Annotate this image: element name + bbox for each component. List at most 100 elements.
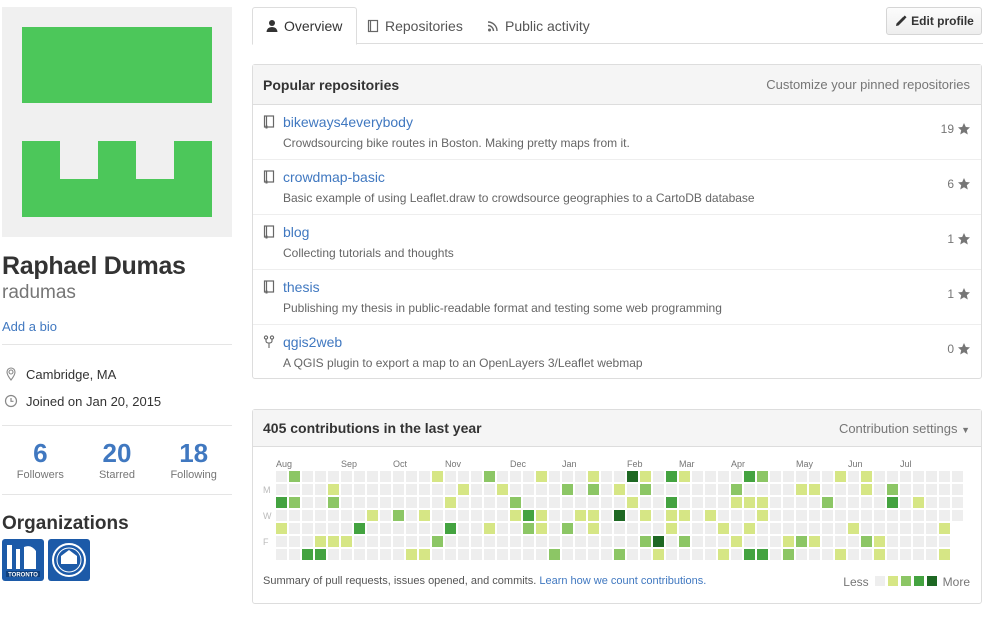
contribution-day[interactable] — [939, 549, 950, 560]
contribution-day[interactable] — [549, 549, 560, 560]
contribution-day[interactable] — [887, 484, 898, 495]
contribution-day[interactable] — [705, 497, 716, 508]
contribution-day[interactable] — [341, 471, 352, 482]
contribution-day[interactable] — [666, 484, 677, 495]
contribution-day[interactable] — [861, 497, 872, 508]
contribution-day[interactable] — [601, 549, 612, 560]
contribution-day[interactable] — [588, 510, 599, 521]
contribution-day[interactable] — [575, 484, 586, 495]
contribution-day[interactable] — [744, 484, 755, 495]
contribution-day[interactable] — [315, 523, 326, 534]
contribution-day[interactable] — [848, 536, 859, 547]
contribution-day[interactable] — [458, 510, 469, 521]
contribution-day[interactable] — [900, 471, 911, 482]
contribution-day[interactable] — [926, 497, 937, 508]
contribution-day[interactable] — [744, 510, 755, 521]
contribution-day[interactable] — [510, 549, 521, 560]
contribution-day[interactable] — [588, 497, 599, 508]
contribution-day[interactable] — [913, 510, 924, 521]
contribution-day[interactable] — [731, 471, 742, 482]
contribution-day[interactable] — [640, 471, 651, 482]
learn-contributions-link[interactable]: Learn how we count contributions. — [539, 575, 706, 587]
contribution-day[interactable] — [315, 484, 326, 495]
contribution-day[interactable] — [666, 471, 677, 482]
contribution-day[interactable] — [926, 484, 937, 495]
contribution-day[interactable] — [588, 484, 599, 495]
contribution-day[interactable] — [354, 497, 365, 508]
contribution-day[interactable] — [419, 549, 430, 560]
contribution-day[interactable] — [796, 549, 807, 560]
contribution-day[interactable] — [874, 497, 885, 508]
contribution-day[interactable] — [809, 549, 820, 560]
contribution-day[interactable] — [341, 510, 352, 521]
contribution-day[interactable] — [367, 523, 378, 534]
contribution-day[interactable] — [770, 536, 781, 547]
contribution-day[interactable] — [393, 497, 404, 508]
contribution-day[interactable] — [770, 510, 781, 521]
contribution-day[interactable] — [627, 523, 638, 534]
contribution-day[interactable] — [276, 549, 287, 560]
contribution-day[interactable] — [289, 497, 300, 508]
contribution-day[interactable] — [718, 549, 729, 560]
contribution-day[interactable] — [718, 497, 729, 508]
contribution-day[interactable] — [705, 549, 716, 560]
contribution-day[interactable] — [653, 523, 664, 534]
contribution-day[interactable] — [458, 549, 469, 560]
contribution-day[interactable] — [575, 523, 586, 534]
contribution-day[interactable] — [445, 523, 456, 534]
contribution-day[interactable] — [380, 497, 391, 508]
contribution-day[interactable] — [367, 497, 378, 508]
contribution-day[interactable] — [770, 497, 781, 508]
contribution-day[interactable] — [523, 497, 534, 508]
contribution-day[interactable] — [796, 497, 807, 508]
contribution-day[interactable] — [757, 497, 768, 508]
contribution-day[interactable] — [692, 484, 703, 495]
contribution-day[interactable] — [926, 536, 937, 547]
contribution-day[interactable] — [588, 549, 599, 560]
contribution-day[interactable] — [549, 536, 560, 547]
contribution-day[interactable] — [848, 484, 859, 495]
contribution-day[interactable] — [302, 523, 313, 534]
contribution-day[interactable] — [562, 510, 573, 521]
contribution-day[interactable] — [952, 471, 963, 482]
contribution-day[interactable] — [562, 484, 573, 495]
contribution-day[interactable] — [887, 549, 898, 560]
contribution-day[interactable] — [380, 510, 391, 521]
contribution-day[interactable] — [588, 471, 599, 482]
contribution-day[interactable] — [861, 549, 872, 560]
contribution-day[interactable] — [601, 523, 612, 534]
contribution-day[interactable] — [861, 523, 872, 534]
contribution-day[interactable] — [731, 549, 742, 560]
contribution-day[interactable] — [614, 484, 625, 495]
contribution-day[interactable] — [627, 549, 638, 560]
contribution-day[interactable] — [458, 471, 469, 482]
contribution-day[interactable] — [328, 536, 339, 547]
contribution-day[interactable] — [744, 549, 755, 560]
contribution-day[interactable] — [692, 510, 703, 521]
contribution-day[interactable] — [458, 484, 469, 495]
followers-stat[interactable]: 6 Followers — [2, 438, 79, 481]
contribution-day[interactable] — [705, 484, 716, 495]
contribution-day[interactable] — [549, 523, 560, 534]
customize-pinned-link[interactable]: Customize your pinned repositories — [766, 77, 970, 92]
contribution-day[interactable] — [757, 484, 768, 495]
contribution-day[interactable] — [900, 484, 911, 495]
contribution-day[interactable] — [562, 536, 573, 547]
contribution-day[interactable] — [809, 523, 820, 534]
contribution-day[interactable] — [900, 549, 911, 560]
contribution-day[interactable] — [861, 536, 872, 547]
contribution-day[interactable] — [549, 471, 560, 482]
contribution-day[interactable] — [679, 510, 690, 521]
contribution-day[interactable] — [653, 497, 664, 508]
contribution-day[interactable] — [302, 510, 313, 521]
repo-name-link[interactable]: thesis — [283, 279, 320, 295]
contribution-day[interactable] — [679, 497, 690, 508]
contribution-day[interactable] — [913, 536, 924, 547]
contribution-day[interactable] — [484, 523, 495, 534]
contribution-day[interactable] — [380, 549, 391, 560]
contribution-day[interactable] — [575, 471, 586, 482]
contribution-day[interactable] — [575, 536, 586, 547]
contribution-day[interactable] — [796, 471, 807, 482]
contribution-day[interactable] — [276, 484, 287, 495]
contribution-day[interactable] — [536, 549, 547, 560]
